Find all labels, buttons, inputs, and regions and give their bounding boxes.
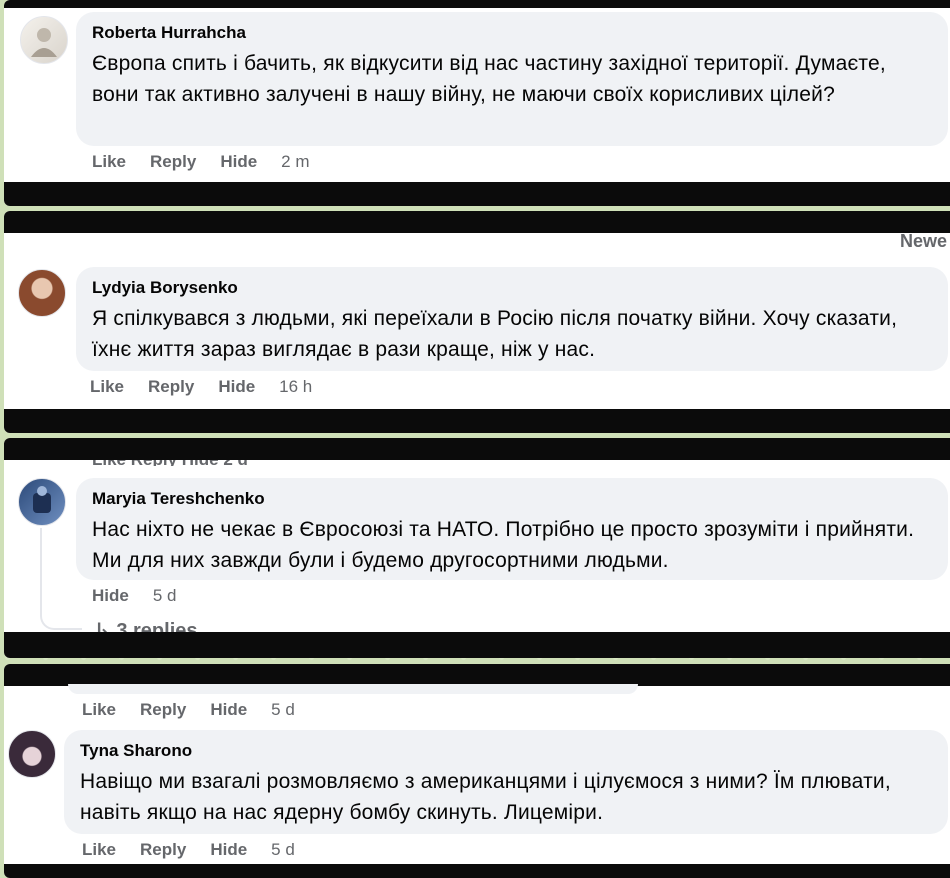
avatar[interactable] [18,269,66,317]
hide-button[interactable]: Hide [92,586,129,606]
comment-timestamp[interactable]: 2 m [281,152,309,172]
replies-count[interactable]: 3 replies [116,620,197,632]
hide-button[interactable]: Hide [210,840,247,860]
previous-bubble-edge [68,684,638,694]
hide-button[interactable]: Hide [218,377,255,397]
reply-button[interactable]: Reply [140,840,186,860]
reply-button[interactable]: Reply [148,377,194,397]
black-bar-top [4,0,950,8]
reply-button[interactable]: Reply [150,152,196,172]
comment-screenshot-1: Roberta Hurrahcha Європа спить і бачить,… [4,0,950,206]
comment-screenshot-2: Newe Lydyia Borysenko Я спілкувався з лю… [4,211,950,433]
avatar-image-icon [33,486,51,513]
comment-timestamp[interactable]: 5 d [153,586,177,606]
comment-actions: Like Reply Hide 16 h [90,377,312,397]
newest-label[interactable]: Newe [900,231,947,252]
comment-timestamp[interactable]: 5 d [271,700,295,720]
like-button[interactable]: Like [82,840,116,860]
comment-timestamp[interactable]: 5 d [271,840,295,860]
view-replies-link[interactable]: ↳ 3 replies [94,618,198,632]
comment-author[interactable]: Roberta Hurrahcha [92,22,932,44]
comment-actions: Like Reply Hide 2 m [92,152,310,172]
comment-text: Нас ніхто не чекає в Євросоюзі та НАТО. … [92,518,915,572]
like-button[interactable]: Like [90,377,124,397]
comment-author[interactable]: Tyna Sharono [80,740,932,762]
like-button[interactable]: Like [92,152,126,172]
comment-author[interactable]: Lydyia Borysenko [92,277,932,299]
black-bar-top [4,438,950,460]
avatar-image-icon [31,28,57,57]
comment-actions: Hide 5 d [92,586,176,606]
comment-timestamp[interactable]: 16 h [279,377,312,397]
black-bar-bottom [4,182,950,206]
avatar[interactable] [8,730,56,778]
like-button[interactable]: Like [82,700,116,720]
comment-actions: Like Reply Hide 5 d [82,840,295,860]
comment-text: Європа спить і бачить, як відкусити від … [92,52,886,106]
black-bar-top [4,211,950,233]
black-bar-bottom [4,632,950,658]
comment-bubble: Tyna Sharono Навіщо ми взагалі розмовляє… [64,730,948,834]
comment-author[interactable]: Maryia Tereshchenko [92,488,932,510]
comment-screenshot-4: Like Reply Hide 5 d Tyna Sharono Навіщо … [4,664,950,878]
black-bar-bottom [4,409,950,433]
previous-comment-actions: Like Reply Hide 5 d [82,700,295,720]
hide-button[interactable]: Hide [220,152,257,172]
comment-text: Я спілкувався з людьми, які переїхали в … [92,307,898,361]
avatar[interactable] [20,16,68,64]
hide-button[interactable]: Hide [210,700,247,720]
comment-bubble: Maryia Tereshchenko Нас ніхто не чекає в… [76,478,948,580]
black-bar-bottom [4,864,950,878]
reply-arrow-icon: ↳ [94,620,117,632]
reply-button[interactable]: Reply [140,700,186,720]
comment-screenshot-3: Like Reply Hide 2 d Maryia Tereshchenko … [4,438,950,658]
comment-bubble: Roberta Hurrahcha Європа спить і бачить,… [76,12,948,146]
comment-bubble: Lydyia Borysenko Я спілкувався з людьми,… [76,267,948,371]
avatar[interactable] [18,478,66,526]
cut-off-actions: Like Reply Hide 2 d [92,460,248,466]
black-bar-top [4,664,950,686]
comment-text: Навіщо ми взагалі розмовляємо з американ… [80,770,891,824]
